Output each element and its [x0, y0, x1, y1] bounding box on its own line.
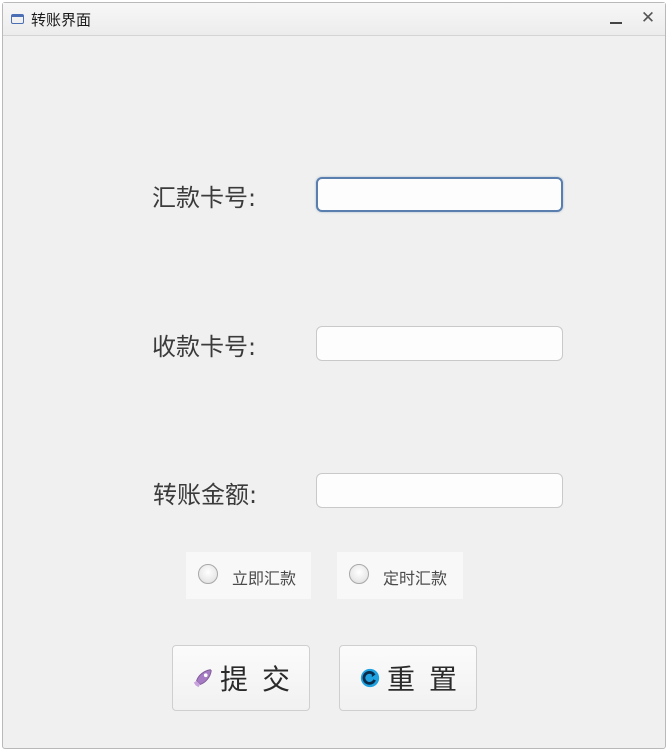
window-title: 转账界面 [31, 11, 92, 29]
amount-input[interactable] [316, 473, 563, 508]
reset-button[interactable]: 重置 [339, 645, 477, 711]
title-bar: 转账界面 ✕ [3, 3, 665, 36]
receive-card-input[interactable] [316, 326, 563, 361]
submit-label: 提交 [219, 663, 304, 696]
close-icon[interactable]: ✕ [637, 7, 659, 29]
radio-scheduled-label: 定时汇款 [383, 569, 448, 588]
amount-label: 转账金额: [153, 481, 258, 509]
remit-card-label: 汇款卡号: [152, 184, 257, 212]
minimize-icon[interactable] [605, 7, 627, 29]
reset-label: 重置 [386, 663, 471, 696]
receive-card-label: 收款卡号: [152, 333, 257, 361]
radio-immediate-label: 立即汇款 [232, 569, 297, 588]
remit-card-input[interactable] [316, 177, 563, 212]
submit-button[interactable]: 提交 [172, 645, 310, 711]
radio-scheduled-circle[interactable] [349, 564, 369, 584]
rocket-icon [193, 669, 212, 688]
refresh-icon [360, 668, 380, 688]
transfer-window: 转账界面 ✕ 汇款卡号: 收款卡号: 转账金额: 立即汇款 定时汇款 提交 重置 [2, 2, 666, 749]
radio-immediate[interactable]: 立即汇款 [186, 552, 311, 599]
radio-scheduled[interactable]: 定时汇款 [337, 552, 463, 599]
window-icon [11, 14, 24, 24]
radio-immediate-circle[interactable] [198, 564, 218, 584]
